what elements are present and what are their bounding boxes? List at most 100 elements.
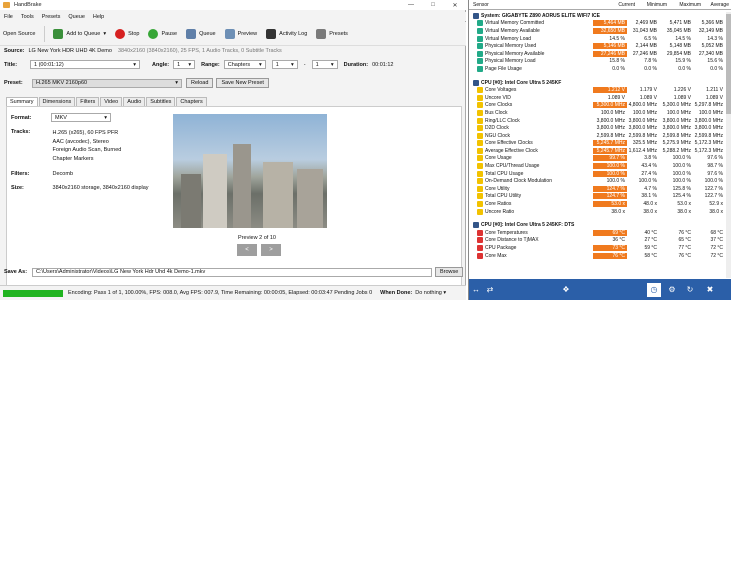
reload-button[interactable]: Reload [186,78,214,88]
clock-icon[interactable]: ◷ [647,282,661,297]
menu-queue[interactable]: Queue [68,14,85,20]
browse-button[interactable]: Browse [435,267,464,277]
pause-button[interactable]: Pause [148,28,177,39]
save-as-input[interactable]: C:\Users\Administrator\Videos\LG New Yor… [32,267,432,277]
sensor-row[interactable]: Physical Memory Used 5,146 MB 2,144 MB 5,14… [469,42,727,50]
sensor-section-header[interactable]: CPU [#0]: Intel Core Ultra 5 245KF [469,78,727,87]
sensor-icon [477,20,483,27]
sensor-row[interactable]: Core Voltages 1.212 V 1.179 V 1.226 V 1.211 … [469,86,727,94]
sensor-row[interactable]: NGU Clock 2,599.8 MHz 2,599.8 MHz 2,599.8 M… [469,132,727,140]
sensor-row[interactable]: Virtual Memory Load 14.5 % 6.5 % 14.5 % 14.3… [469,35,727,43]
preset-select[interactable]: H.265 MKV 2160p60 ▾ [32,78,182,88]
sensor-value: 72 °C [710,245,723,252]
sensor-value: 100.0 MHz [666,109,691,116]
tab-summary[interactable]: Summary [6,97,38,106]
sensor-section-header[interactable]: CPU [#0]: Intel Core Ultra 5 245KF: DTS [469,221,727,230]
when-done-select[interactable]: Do nothing ▾ [415,290,446,296]
sensor-value: 2,599.8 MHz [694,132,723,139]
format-select[interactable]: MKV ▾ [51,113,111,122]
tab-dimensions[interactable]: Dimensions [38,97,76,106]
scrollbar[interactable] [726,12,731,278]
menu-file[interactable]: File [4,14,13,20]
sensor-icon [477,50,483,57]
sensor-row[interactable]: Core Clocks 5,300.0 MHz 4,800.0 MHz 5,300.0… [469,102,727,110]
minimize-icon[interactable]: — [400,0,422,10]
add-to-queue-button[interactable]: Add to Queue ▾ [53,28,107,39]
save-new-preset-button[interactable]: Save New Preset [216,78,269,88]
sensor-row[interactable]: On-Demand Clock Modulation 100.0 % 100.0 %… [469,177,727,185]
tab-audio[interactable]: Audio [123,97,146,106]
close-icon[interactable]: ✕ [444,0,466,10]
sensor-row[interactable]: Average Effective Clock 5,245.7 MHz 1,612.… [469,147,727,155]
sensor-row[interactable]: Total CPU Usage 100.0 % 27.4 % 100.0 % 97.6 … [469,170,727,178]
tab-chapters[interactable]: Chapters [176,97,207,106]
sensor-value: 2,599.8 MHz [596,132,625,139]
network-icon[interactable]: ❖ [559,283,573,297]
menu-tools[interactable]: Tools [21,14,34,20]
sensor-list[interactable]: System: GIGABYTE Z890 AORUS ELITE WIFI7 … [469,12,727,278]
sensor-row[interactable]: D2D Clock 3,800.0 MHz 3,800.0 MHz 3,800.0 M… [469,124,727,132]
sensor-row[interactable]: CPU Package 73 °C 59 °C 77 °C 72 °C [469,244,727,252]
sensor-value: 100.0 % [672,163,691,170]
sensor-row[interactable]: Page File Usage 0.0 % 0.0 % 0.0 % 0.0 % [469,65,727,73]
sensor-row[interactable]: Core Temperatures 69 °C 40 °C 76 °C 68 °C [469,229,727,237]
presets-button[interactable]: Presets [316,28,348,39]
sensor-row[interactable]: Ring/LLC Clock 3,800.0 MHz 3,800.0 MHz 3,80… [469,117,727,125]
sensor-row[interactable]: Virtual Memory Available 32,650 MB 31,043 … [469,27,727,35]
sensor-value: 125.8 % [672,185,691,192]
sensor-row[interactable]: Core Usage 99.7 % 3.8 % 100.0 % 97.6 % [469,155,727,163]
sensor-row[interactable]: Core Distance to TjMAX 36 °C 27 °C 65 °C 37 … [469,237,727,245]
menu-help[interactable]: Help [93,14,104,20]
settings-icon[interactable]: ⚙ [665,283,679,297]
preview-button[interactable]: Preview [224,28,257,39]
stop-button[interactable]: Stop [115,28,139,39]
tab-subtitles[interactable]: Subtitles [146,97,176,106]
maximize-icon[interactable]: □ [422,0,444,10]
sensor-row[interactable]: Max CPU/Thread Usage 100.0 % 43.4 % 100.0 %… [469,162,727,170]
arrow-left-icon[interactable]: ↔ [469,283,483,297]
range-end-select[interactable]: 1 ▾ [311,60,338,69]
sensor-row[interactable]: Core Ratios 53.0 x 48.0 x 53.0 x 52.9 x [469,200,727,208]
queue-button[interactable]: Queue [186,28,216,39]
previous-preview-button[interactable]: < [237,244,257,256]
sensor-value: 15.9 % [675,58,691,65]
range-start-select[interactable]: 1 ▾ [271,60,298,69]
tracks-block: Tracks: H.265 (x265), 60 FPS PFR AAC (av… [11,129,122,162]
sensor-icon [477,117,483,124]
menu-presets[interactable]: Presets [42,14,61,20]
sensor-row[interactable]: Core Effective Clocks 5,245.7 MHz 325.5 MH… [469,140,727,148]
sensor-value: 14.5 % [675,35,691,42]
chevron-down-icon: ▾ [103,30,107,37]
sensor-row[interactable]: Core Max 76 °C 58 °C 76 °C 72 °C [469,252,727,260]
activity-log-button[interactable]: Activity Log [266,28,307,39]
angle-select[interactable]: 1 ▾ [173,60,196,69]
sensor-row[interactable]: Core Utility 124.7 % 4.7 % 125.8 % 122.7 % [469,185,727,193]
range-select[interactable]: Chapters ▾ [223,60,266,69]
open-source-button[interactable]: Open Source [3,31,35,37]
sensor-row[interactable]: Physical Memory Load 15.8 % 7.8 % 15.9 % 15.… [469,58,727,66]
title-select[interactable]: 1 (00:01:12) ▾ [30,60,140,69]
size-row: Size: 3840x2160 storage, 3840x2160 displ… [11,185,149,191]
tab-video[interactable]: Video [100,97,123,106]
sensor-row[interactable]: Virtual Memory Committed 5,464 MB 2,469 MB… [469,20,727,28]
sensor-section-header[interactable]: System: GIGABYTE Z890 AORUS ELITE WIFI7 … [469,12,727,20]
next-preview-button[interactable]: > [261,244,281,256]
window-title: HandBrake [14,2,42,8]
reset-icon[interactable]: ↻ [683,283,697,297]
sensor-value: 53.0 x [593,201,627,208]
sensor-icon [477,229,483,236]
sensor-value: 15.8 % [609,58,625,65]
sensor-value: 1.212 V [593,87,627,94]
sensor-row[interactable]: Total CPU Utility 124.7 % 38.1 % 125.4 % 122… [469,193,727,201]
sensor-icon [477,245,483,252]
sensor-row[interactable]: Uncore VID 1.089 V 1.089 V 1.089 V 1.089 V [469,94,727,102]
sensor-row[interactable]: Bus Clock 100.0 MHz 100.0 MHz 100.0 MHz 100.… [469,109,727,117]
pause-icon [148,28,159,39]
arrow-right-icon[interactable]: ⇄ [483,283,497,297]
sensor-row[interactable]: Uncore Ratio 38.0 x 38.0 x 38.0 x 38.0 x [469,208,727,216]
tab-filters[interactable]: Filters [76,97,100,106]
sensor-row[interactable]: Physical Memory Available 27,246 MB 27,246… [469,50,727,58]
sensor-value: 100.0 MHz [600,109,625,116]
sensor-icon [477,87,483,94]
close-icon[interactable]: ✖ [703,283,717,297]
